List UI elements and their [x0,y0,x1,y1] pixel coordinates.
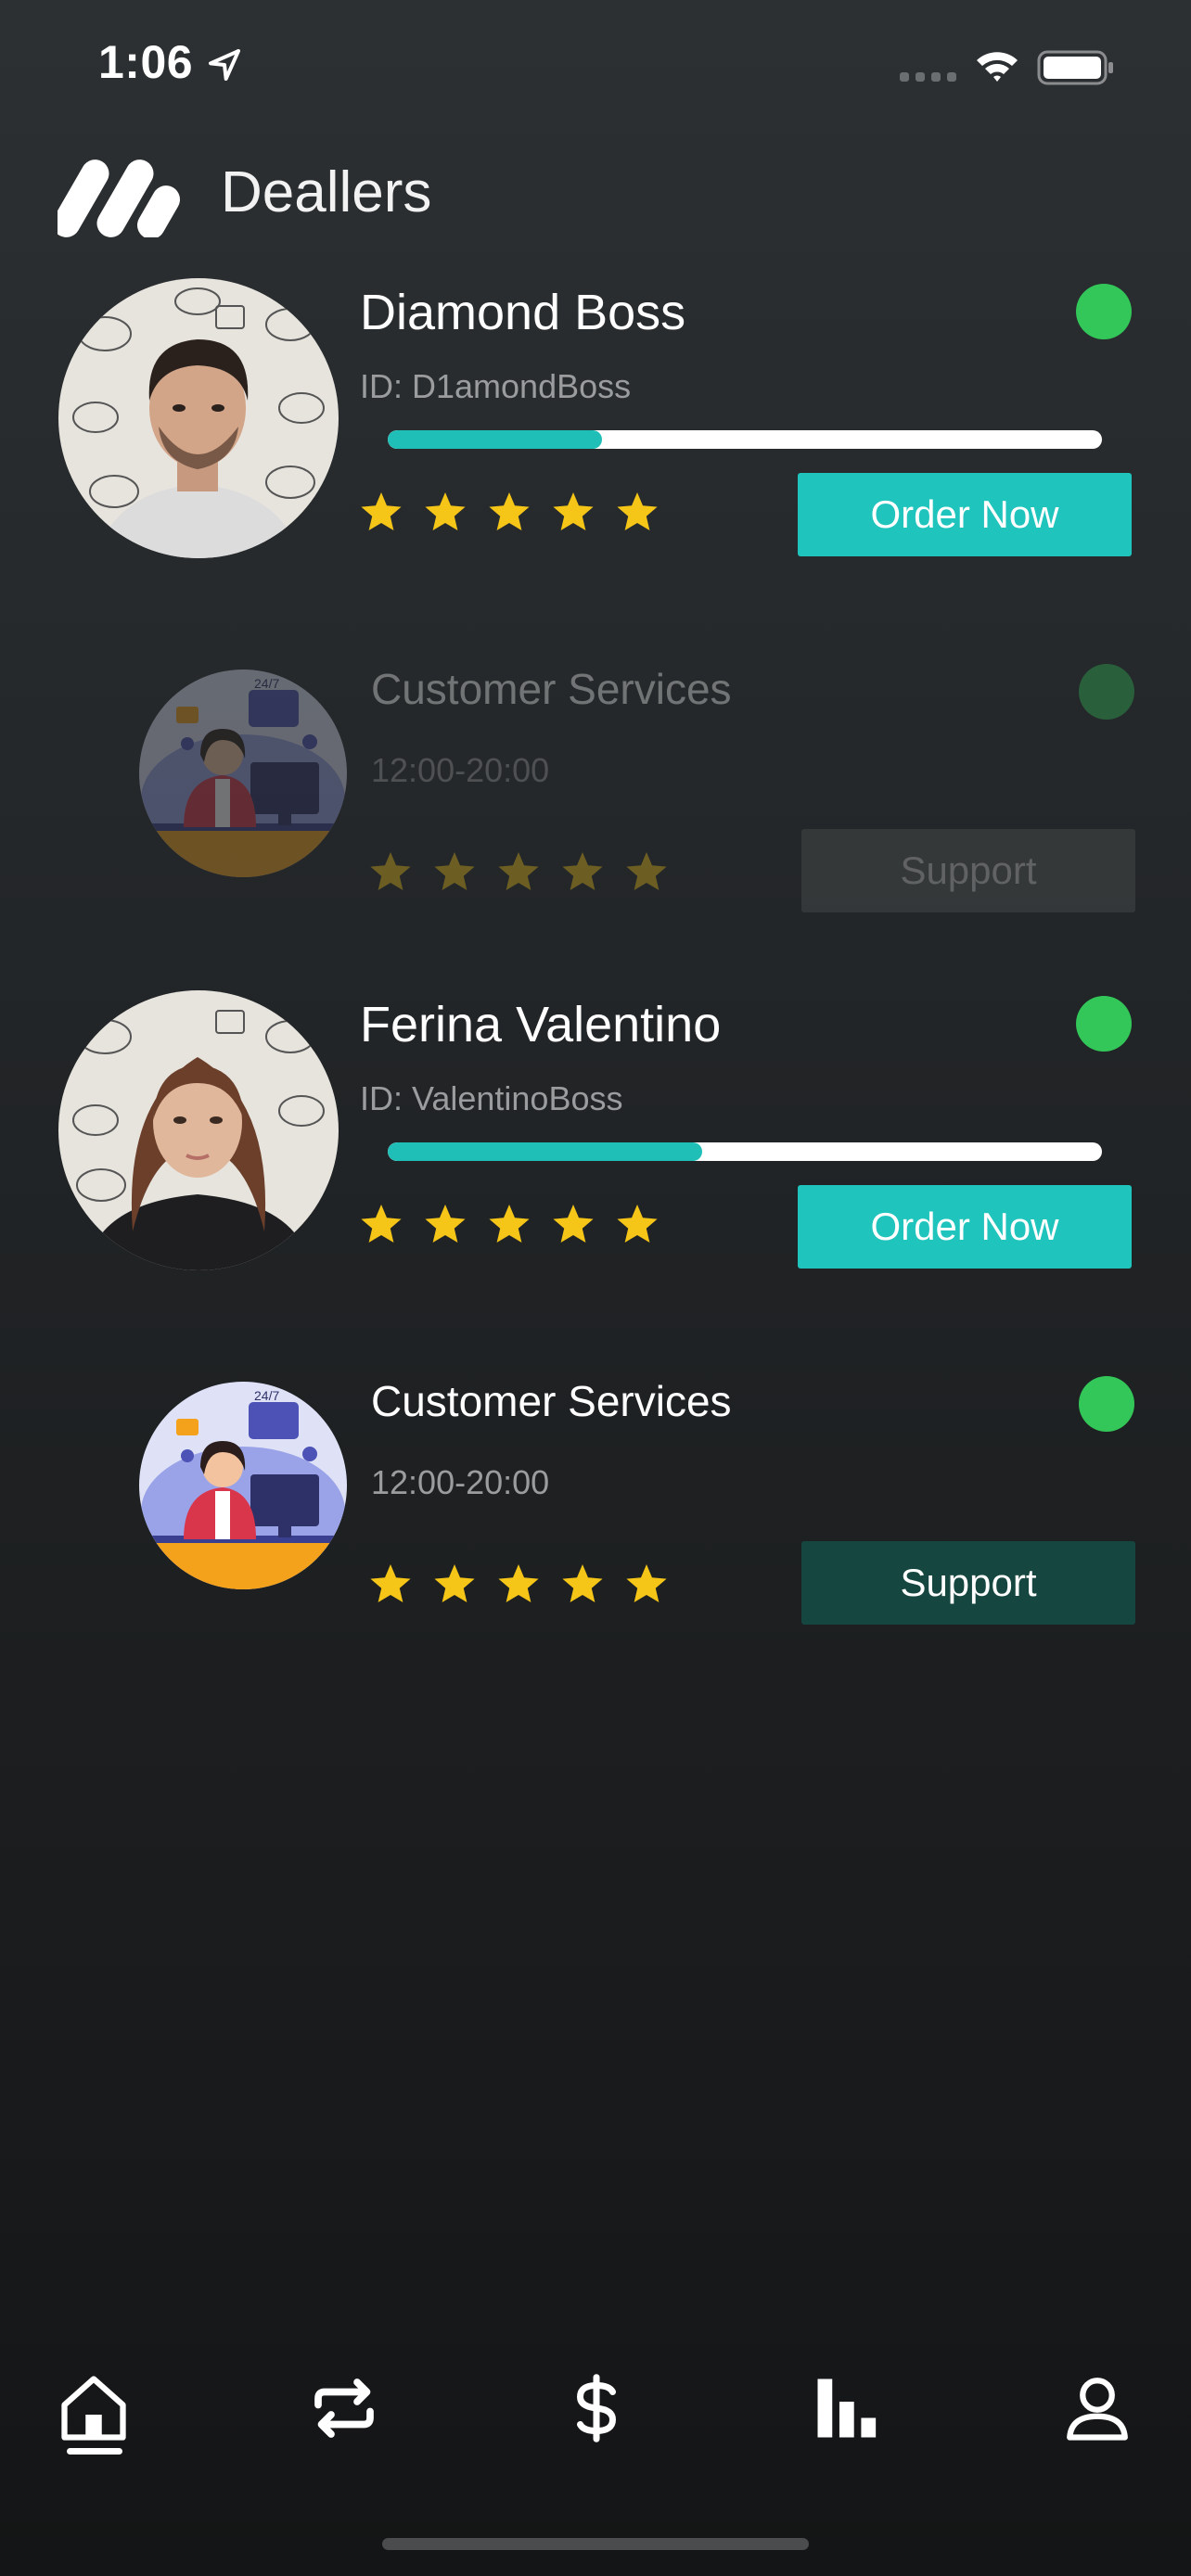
star-icon [370,1564,411,1602]
online-status-dot [1079,1376,1134,1432]
tab-exchange[interactable] [293,2357,395,2459]
wifi-icon [977,52,1018,82]
tab-home[interactable] [43,2357,145,2459]
support-card[interactable]: 24/7 Customer Services 12:00-20:00 Suppo… [0,1361,1191,1639]
tab-selected-indicator [67,2448,122,2455]
tab-statistics[interactable] [796,2357,898,2459]
star-icon [425,1205,466,1243]
star-icon [562,1564,603,1602]
home-indicator [382,2538,809,2550]
dollar-icon [576,2374,617,2442]
dealer-id: ID: D1amondBoss [360,367,632,405]
support-agent-avatar: 24/7 [139,1382,347,1589]
star-icon [425,492,466,530]
progress-bar [388,1142,1102,1161]
star-icon [489,1205,530,1243]
star-icon [498,1564,539,1602]
star-icon [626,1564,667,1602]
dealer-name: Ferina Valentino [360,997,722,1052]
tab-payments[interactable] [545,2357,647,2459]
star-icon [361,492,402,530]
rating-stars [358,490,660,534]
support-button[interactable]: Support [801,829,1135,912]
online-status-dot [1079,664,1134,720]
rating-stars [367,849,670,894]
dealer-card[interactable]: Ferina Valentino ID: ValentinoBoss Order… [0,987,1191,1274]
star-icon [553,1205,594,1243]
order-now-button[interactable]: Order Now [798,1185,1132,1269]
support-button[interactable]: Support [801,1541,1135,1625]
progress-bar [388,430,1102,449]
star-icon [370,852,411,890]
status-time: 1:06 [98,36,194,88]
support-agent-avatar: 24/7 [139,670,347,877]
support-hours: 12:00-20:00 [371,751,550,789]
exchange-icon [314,2378,374,2438]
dealer-name: Diamond Boss [360,285,686,340]
battery-icon [1037,50,1113,85]
star-icon [498,852,539,890]
tab-bar [0,2337,1191,2504]
rating-stars [358,1202,660,1246]
progress-bar-fill [388,1142,702,1161]
status-bar: 1:06 [0,0,1191,139]
man-portrait-avatar [58,278,339,558]
star-icon [489,492,530,530]
support-card[interactable]: 24/7 Customer Services 12:00-20:00 Suppo… [0,649,1191,927]
profile-icon [1067,2378,1128,2441]
svg-text:24/7: 24/7 [254,676,279,691]
signal-icon [900,72,956,82]
star-icon [553,492,594,530]
star-icon [617,492,658,530]
dealer-id: ID: ValentinoBoss [360,1079,623,1117]
progress-bar-fill [388,430,602,449]
star-icon [562,852,603,890]
star-icon [361,1205,402,1243]
online-status-dot [1076,996,1132,1052]
tab-profile[interactable] [1046,2357,1148,2459]
support-hours: 12:00-20:00 [371,1463,550,1501]
rating-stars [367,1562,670,1606]
home-icon [61,2376,126,2441]
svg-text:24/7: 24/7 [254,1388,279,1403]
online-status-dot [1076,284,1132,339]
dealer-card[interactable]: Diamond Boss ID: D1amondBoss Order Now [0,274,1191,562]
page-title: Deallers [221,160,432,224]
star-icon [626,852,667,890]
star-icon [617,1205,658,1243]
bar-chart-icon [817,2378,877,2438]
location-arrow-icon [209,49,240,81]
star-icon [434,1564,475,1602]
order-now-button[interactable]: Order Now [798,473,1132,556]
app-logo-icon [58,159,180,237]
star-icon [434,852,475,890]
support-name: Customer Services [371,665,732,713]
woman-portrait-avatar [58,990,339,1270]
support-name: Customer Services [371,1377,732,1425]
